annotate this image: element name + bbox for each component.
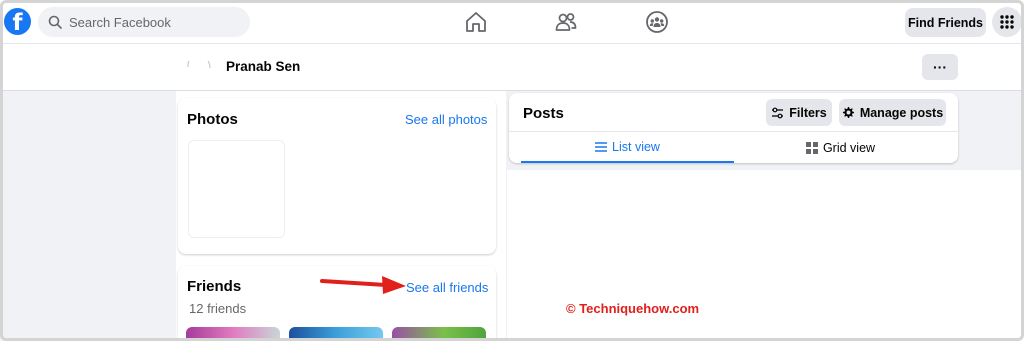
filters-icon <box>772 107 784 118</box>
friends-icon[interactable] <box>554 10 578 34</box>
tab-grid-view[interactable]: Grid view <box>734 133 947 163</box>
tab-list-view-label: List view <box>612 140 660 154</box>
see-all-photos-link[interactable]: See all photos <box>405 112 487 127</box>
avatar-edge-icon <box>187 60 211 69</box>
friend-photo-tile[interactable] <box>186 327 280 341</box>
search-icon <box>48 15 62 29</box>
tab-list-view[interactable]: List view <box>521 133 734 163</box>
search-input[interactable] <box>69 14 239 30</box>
search-box[interactable] <box>38 7 250 37</box>
facebook-logo[interactable]: f <box>4 8 31 35</box>
photo-thumbnail[interactable] <box>188 140 285 238</box>
watermark-text: © Techniquehow.com <box>566 301 700 316</box>
see-all-friends-link[interactable]: See all friends <box>406 280 488 295</box>
menu-grid-icon <box>1000 15 1014 29</box>
filters-button[interactable]: Filters <box>766 99 832 126</box>
posts-title: Posts <box>523 105 564 122</box>
red-arrow-annotation <box>320 276 406 294</box>
list-view-icon <box>595 142 608 152</box>
friend-photo-tile[interactable] <box>392 327 486 341</box>
gear-icon <box>842 106 854 119</box>
top-navigation-bar: f Find Friends <box>0 0 1024 44</box>
home-icon[interactable] <box>464 10 488 34</box>
tabs-divider <box>509 131 960 132</box>
grid-view-icon <box>805 142 818 154</box>
posts-card: Posts Filters Manage posts List view Gri… <box>509 93 960 163</box>
find-friends-button[interactable]: Find Friends <box>905 8 986 37</box>
profile-avatar[interactable] <box>180 55 216 79</box>
manage-posts-button[interactable]: Manage posts <box>839 99 946 126</box>
profile-name[interactable]: Pranab Sen <box>226 59 300 74</box>
friend-photo-tile[interactable] <box>289 327 383 341</box>
more-options-button[interactable]: ··· <box>922 54 958 80</box>
tab-grid-view-label: Grid view <box>822 141 876 155</box>
manage-posts-label: Manage posts <box>859 105 944 120</box>
profile-header-row: Pranab Sen ··· <box>0 45 1024 91</box>
photos-card: Photos See all photos <box>178 98 496 254</box>
menu-button[interactable] <box>992 7 1022 37</box>
friends-title: Friends <box>187 278 242 295</box>
filters-label: Filters <box>789 105 827 120</box>
photos-title: Photos <box>187 111 238 128</box>
friends-count: 12 friends <box>189 301 247 316</box>
groups-icon[interactable] <box>645 10 669 34</box>
